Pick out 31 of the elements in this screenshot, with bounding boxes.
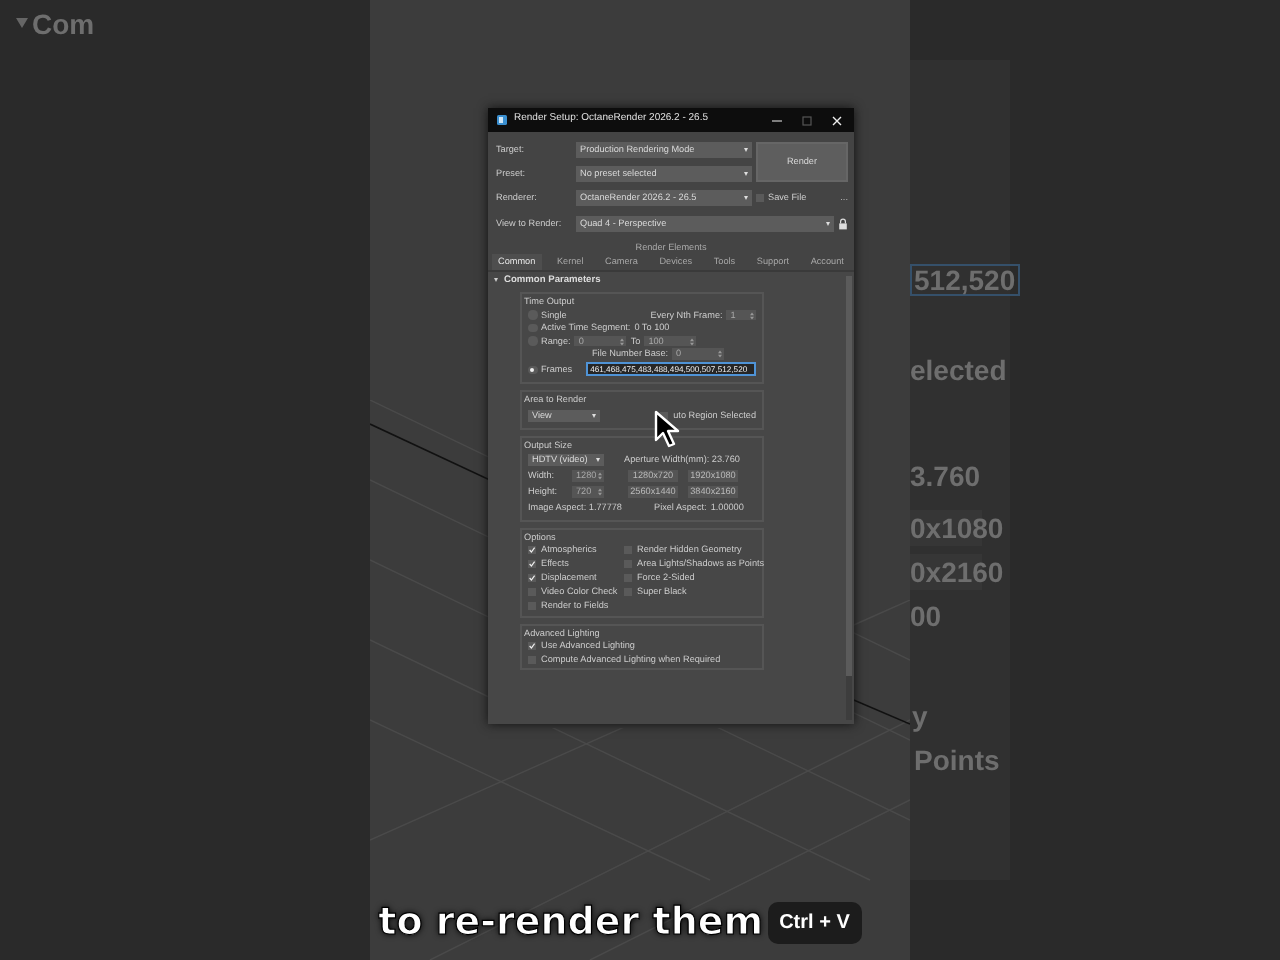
backdrop-text: Points — [914, 746, 1000, 774]
scrollbar[interactable] — [846, 275, 852, 720]
caret-icon — [744, 196, 748, 200]
minimize-icon[interactable] — [772, 115, 782, 125]
backdrop-text: 00 — [910, 602, 942, 630]
caret-icon — [596, 457, 600, 462]
cursor-icon — [654, 410, 682, 448]
backdrop-text: Com — [32, 10, 95, 38]
caption-text: to re-render them — [378, 900, 764, 944]
backdrop-text: elected — [910, 356, 1007, 384]
caret-icon — [592, 413, 597, 418]
maximize-icon[interactable] — [802, 115, 812, 125]
backdrop-text: y — [912, 702, 928, 730]
backdrop-text: 0x1080 — [910, 514, 1004, 542]
backdrop-text: 0x2160 — [910, 558, 1004, 586]
checkbox[interactable] — [528, 641, 536, 650]
app-icon — [496, 114, 508, 126]
close-icon[interactable] — [832, 115, 842, 125]
backdrop-text: 3.760 — [910, 462, 981, 490]
radio-button[interactable] — [528, 365, 537, 375]
backdrop-text: 512,520 — [910, 264, 1020, 296]
shortcut-badge: Ctrl + V — [767, 901, 862, 943]
lock-icon[interactable] — [838, 218, 848, 230]
checkbox[interactable] — [528, 545, 536, 554]
caret-icon — [744, 172, 748, 176]
checkbox[interactable] — [528, 559, 536, 568]
caret-icon — [826, 222, 830, 226]
caret-icon — [16, 18, 28, 28]
caret-icon — [744, 148, 748, 152]
checkbox[interactable] — [528, 573, 536, 582]
caret-icon[interactable] — [494, 278, 498, 283]
